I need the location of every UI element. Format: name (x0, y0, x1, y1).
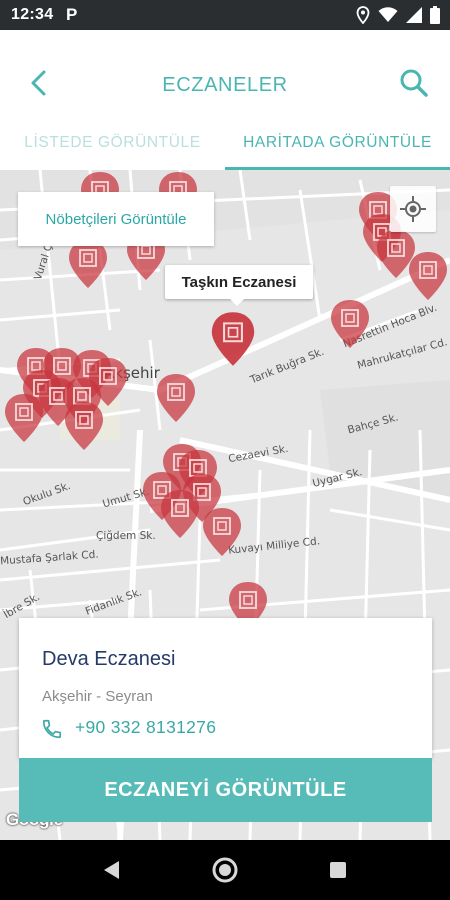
location-icon (356, 6, 370, 24)
selected-pharmacy-pin[interactable] (208, 310, 258, 368)
status-time: 12:34 (11, 6, 54, 23)
pharmacy-pin[interactable] (200, 506, 244, 558)
search-button[interactable] (398, 67, 430, 99)
status-icons (356, 6, 440, 24)
pharmacy-pin[interactable] (406, 250, 450, 302)
pharmacy-pin[interactable] (2, 392, 46, 444)
system-nav-bar (0, 840, 450, 900)
page-title: ECZANELER (162, 74, 288, 96)
pharmacy-phone[interactable]: +90 332 8131276 (75, 717, 216, 738)
view-pharmacy-button[interactable]: ECZANEYİ GÖRÜNTÜLE (19, 758, 432, 822)
pharmacy-pin[interactable] (154, 372, 198, 424)
phone-icon (42, 719, 62, 739)
status-bar: 12:34 P (0, 0, 450, 30)
show-on-duty-button[interactable]: Nöbetçileri Görüntüle (18, 192, 214, 246)
pharmacy-card[interactable]: Deva Eczanesi Akşehir - Seyran +90 332 8… (19, 618, 432, 758)
app-screen: ECZANELER LİSTEDE GÖRÜNTÜLE HARİTADA GÖR… (0, 30, 450, 840)
battery-icon (430, 6, 440, 24)
pharmacy-pin[interactable] (62, 400, 106, 452)
parking-notification-icon: P (66, 5, 78, 24)
search-icon (400, 69, 428, 97)
pharmacy-pin[interactable] (158, 488, 202, 540)
pharmacy-name: Deva Eczanesi (42, 648, 176, 670)
tab-map-view[interactable]: HARİTADA GÖRÜNTÜLE (225, 126, 450, 170)
view-tabs: LİSTEDE GÖRÜNTÜLE HARİTADA GÖRÜNTÜLE (0, 126, 450, 170)
my-location-button[interactable] (390, 186, 436, 232)
wifi-icon (378, 7, 398, 22)
signal-icon (406, 7, 422, 23)
selected-pharmacy-label: Taşkın Eczanesi (165, 265, 313, 299)
back-triangle-icon[interactable] (100, 859, 122, 881)
header: ECZANELER LİSTEDE GÖRÜNTÜLE HARİTADA GÖR… (0, 30, 450, 170)
map-view[interactable]: Vural Çelik Sk. Tarık Buğra Sk. Nasretti… (0, 170, 450, 840)
recents-square-icon[interactable] (328, 860, 348, 880)
pharmacy-pin[interactable] (328, 298, 372, 350)
home-circle-icon[interactable] (211, 856, 239, 884)
my-location-icon (400, 196, 426, 222)
street-label: Çiğdem Sk. (96, 530, 156, 542)
pharmacy-location: Akşehir - Seyran (42, 688, 153, 705)
tab-list-view[interactable]: LİSTEDE GÖRÜNTÜLE (0, 126, 225, 170)
selected-pharmacy-label-tail (229, 298, 245, 306)
